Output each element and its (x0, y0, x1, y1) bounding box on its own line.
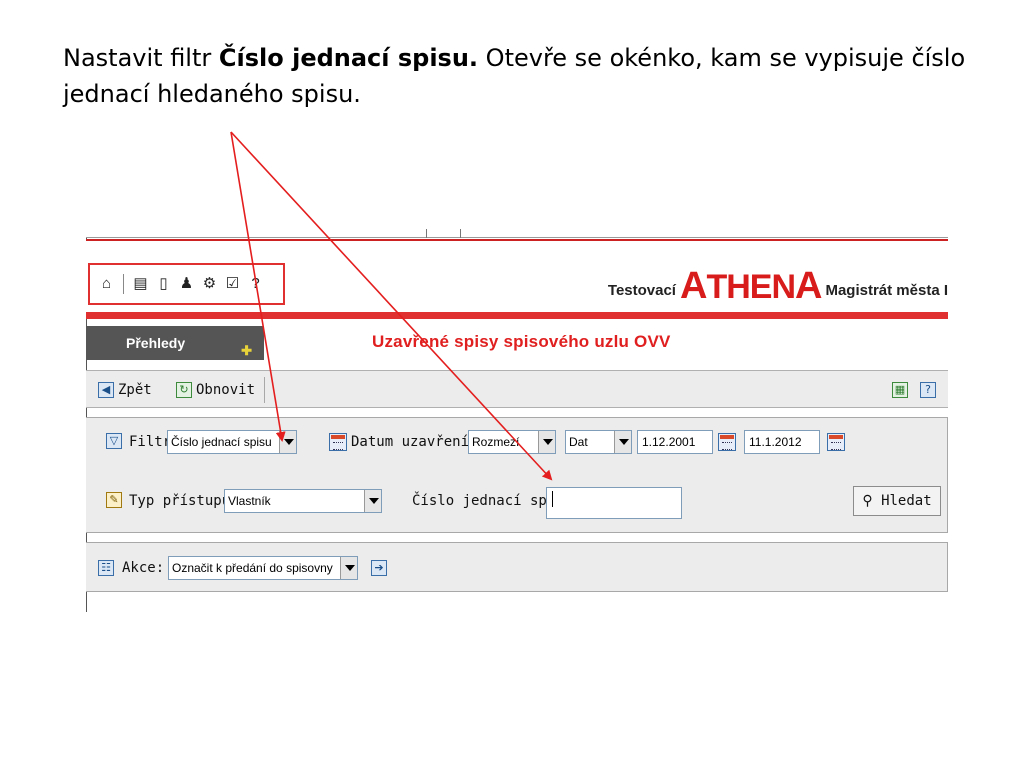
brand-logo: Testovací ATHENA Magistrát města I (608, 265, 948, 305)
strip-tick (460, 229, 461, 238)
access-type-label: Typ přístupu: (129, 493, 239, 509)
toolbar-separator (264, 377, 265, 403)
date-from-input[interactable]: 1.12.2001 (637, 430, 713, 454)
back-arrow-icon: ◀ (98, 382, 114, 398)
search-label: Hledat (881, 493, 932, 509)
caption-text-1: Nastavit filtr (63, 44, 219, 72)
chevron-down-icon (364, 490, 381, 512)
date-from-calendar-icon[interactable] (718, 433, 736, 451)
search-button[interactable]: ⚲ Hledat (853, 486, 941, 516)
date-closed-label: Datum uzavření: (351, 434, 478, 450)
filter-select[interactable]: Číslo jednací spisu (167, 430, 297, 454)
actions-select-value: Označit k předání do spisovny (172, 561, 333, 575)
filter-icon: ▽ (106, 433, 122, 449)
help-button[interactable]: ? (247, 275, 264, 293)
header-red-line (86, 312, 948, 319)
help-icon: ? (920, 382, 936, 398)
chevron-down-icon (340, 557, 357, 579)
file-number-input[interactable] (546, 487, 682, 519)
brand-suffix: Magistrát města I (825, 282, 948, 299)
execute-action-icon[interactable]: ➔ (371, 560, 387, 576)
actions-panel: ☷ Akce: Označit k předání do spisovny ➔ (86, 542, 948, 592)
text-caret (552, 491, 553, 507)
date-type-value: Dat (569, 435, 588, 449)
search-person-icon[interactable]: ♟ (178, 275, 195, 293)
calendar-icon (329, 433, 347, 451)
top-strip (86, 226, 948, 238)
refresh-icon: ↻ (176, 382, 192, 398)
back-button[interactable]: ◀ Zpět (98, 380, 152, 400)
pin-icon[interactable]: ✚ (241, 334, 252, 368)
strip-tick (426, 229, 427, 238)
caption-bold-text: Číslo jednací spisu. (218, 44, 479, 72)
date-range-select[interactable]: Rozmezí (468, 430, 556, 454)
home-icon[interactable]: ⌂ (98, 275, 115, 293)
copy-icon[interactable]: ▯ (155, 275, 172, 293)
brand-prefix: Testovací (607, 282, 676, 299)
tab-prehledy[interactable]: Přehledy ✚ (86, 326, 264, 360)
tab-label: Přehledy (126, 335, 186, 351)
main-toolbar-icons: ⌂ ▤ ▯ ♟ ⚙ ☑ ? (88, 263, 285, 305)
page-title: Uzavřené spisy spisového uzlu OVV (372, 332, 671, 351)
chevron-down-icon (279, 431, 296, 453)
athena-app-screenshot: ⌂ ▤ ▯ ♟ ⚙ ☑ ? Testovací ATHENA Magistrát… (86, 226, 948, 612)
access-type-select[interactable]: Vlastník (224, 489, 382, 513)
binoculars-icon: ⚲ (862, 493, 873, 509)
app-header: ⌂ ▤ ▯ ♟ ⚙ ☑ ? Testovací ATHENA Magistrát… (86, 239, 948, 319)
chevron-down-icon (614, 431, 631, 453)
chevron-down-icon (538, 431, 555, 453)
date-range-value: Rozmezí (472, 435, 520, 449)
brand-name: ATHENA (679, 265, 822, 307)
actions-label: Akce: (122, 560, 165, 576)
refresh-button[interactable]: ↻ Obnovit (176, 380, 255, 400)
export-button[interactable]: ▦ (892, 380, 908, 400)
checklist-icon[interactable]: ☑ (224, 275, 241, 293)
actions-select[interactable]: Označit k předání do spisovny (168, 556, 358, 580)
title-bar: Přehledy ✚ Uzavřené spisy spisového uzlu… (86, 326, 948, 360)
toolbar-separator (123, 274, 124, 294)
filter-panel: ▽ Filtr: Číslo jednací spisu Datum uzavř… (86, 417, 948, 533)
date-to-calendar-icon[interactable] (827, 433, 845, 451)
access-type-value: Vlastník (228, 494, 271, 508)
refresh-label: Obnovit (196, 382, 256, 398)
instruction-caption: Nastavit filtr Číslo jednací spisu. Otev… (63, 40, 983, 112)
access-type-icon: ✎ (106, 492, 122, 508)
settings-icon[interactable]: ⚙ (201, 275, 218, 293)
date-to-input[interactable]: 11.1.2012 (744, 430, 820, 454)
back-label: Zpět (118, 382, 152, 398)
filter-select-value: Číslo jednací spisu (171, 435, 272, 449)
export-icon: ▦ (892, 382, 908, 398)
actions-icon: ☷ (98, 560, 114, 576)
toolbar-help-button[interactable]: ? (920, 380, 936, 400)
date-type-select[interactable]: Dat (565, 430, 632, 454)
action-toolbar: ◀ Zpět ↻ Obnovit ▦ ? (86, 370, 948, 408)
documents-icon[interactable]: ▤ (132, 275, 149, 293)
